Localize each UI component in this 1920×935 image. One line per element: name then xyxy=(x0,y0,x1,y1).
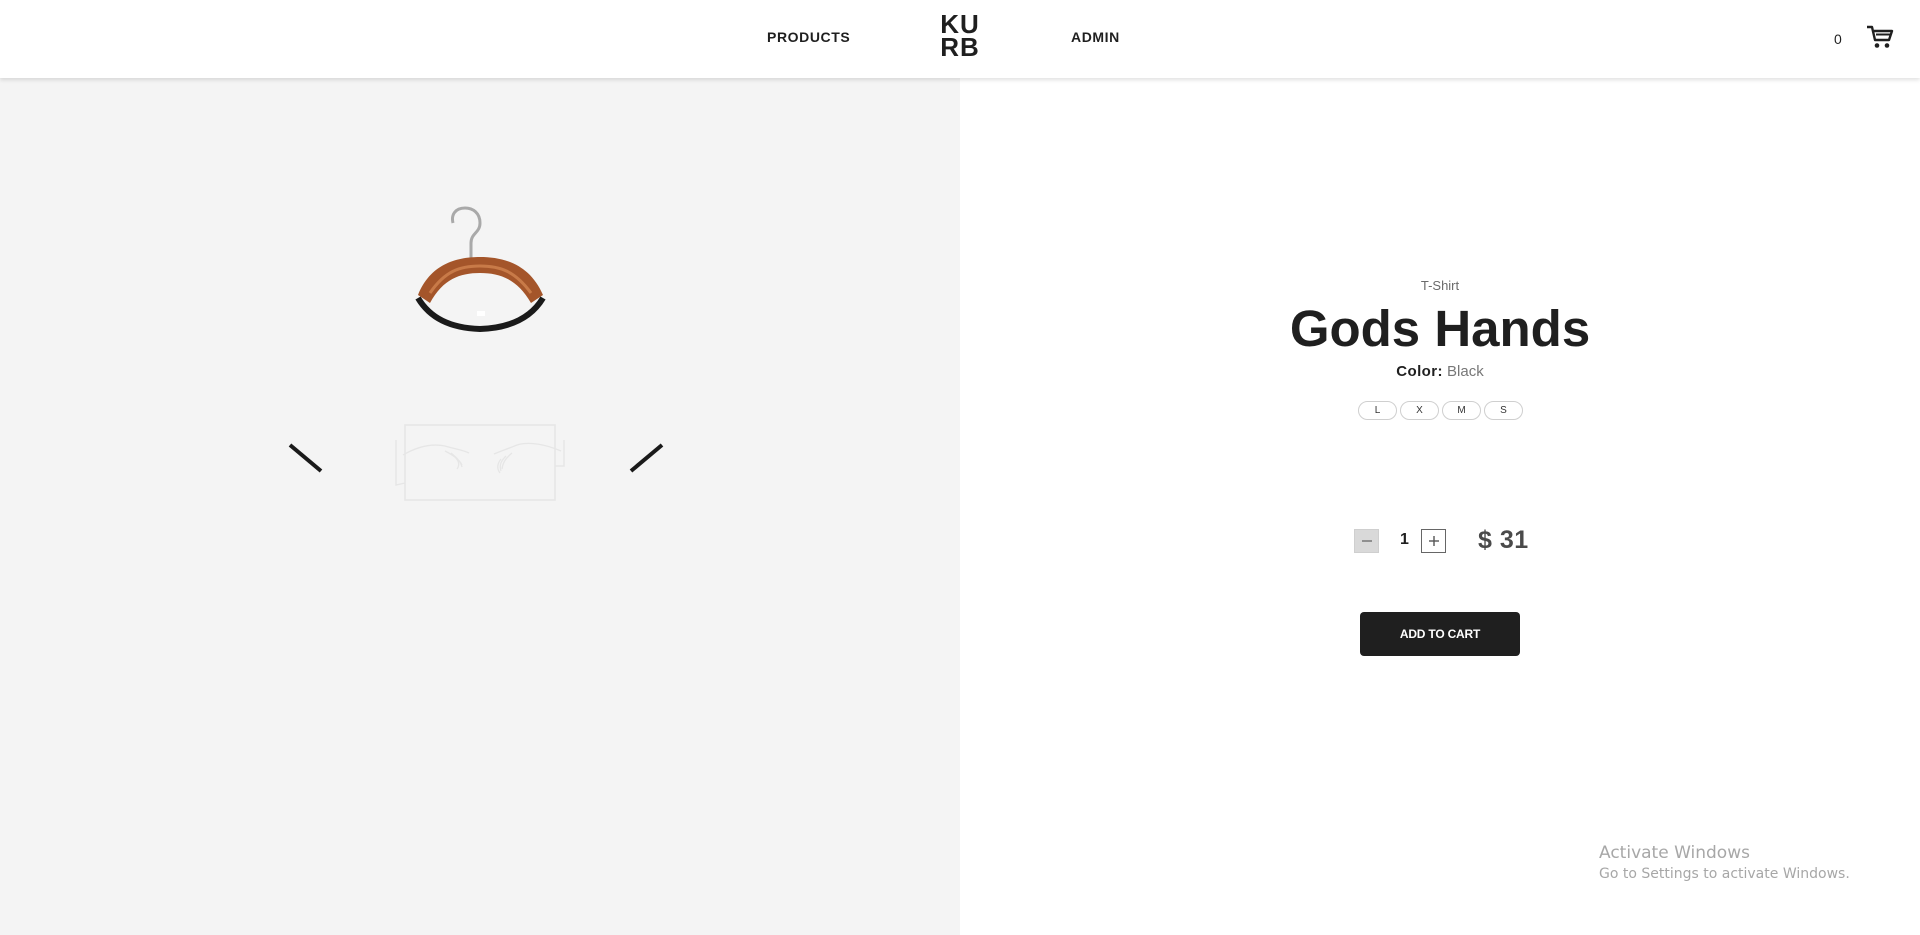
activate-windows-watermark: Activate Windows Go to Settings to activ… xyxy=(1599,842,1850,884)
color-label: Color: xyxy=(1396,363,1443,380)
cart-count: 0 xyxy=(1834,31,1842,47)
product-price: $ 31 xyxy=(1478,526,1529,554)
brand-logo[interactable]: KU RB xyxy=(938,11,982,62)
increase-quantity-button[interactable] xyxy=(1421,529,1446,553)
product-category: T-Shirt xyxy=(1420,278,1460,293)
watermark-title: Activate Windows xyxy=(1599,843,1750,863)
watermark-subtitle: Go to Settings to activate Windows. xyxy=(1599,866,1850,882)
size-option-x[interactable]: X xyxy=(1400,401,1439,420)
decrease-quantity-button[interactable] xyxy=(1354,529,1379,553)
product-details: T-Shirt Gods Hands Color: Black L X M S … xyxy=(960,78,1920,935)
product-title: Gods Hands xyxy=(1289,300,1591,357)
size-option-s[interactable]: S xyxy=(1484,401,1523,420)
quantity-value: 1 xyxy=(1400,531,1409,548)
size-option-m[interactable]: M xyxy=(1442,401,1481,420)
navbar: PRODUCTS KU RB ADMIN 0 xyxy=(0,0,1920,78)
product-image-panel xyxy=(0,78,960,935)
minus-icon xyxy=(1361,540,1372,542)
color-value: Black xyxy=(1447,363,1484,380)
logo-line-2: RB xyxy=(940,32,980,62)
plus-icon xyxy=(1428,536,1439,546)
size-option-l[interactable]: L xyxy=(1358,401,1397,420)
add-to-cart-button[interactable]: ADD TO CART xyxy=(1360,612,1520,656)
product-image xyxy=(288,206,664,501)
size-selector: L X M S xyxy=(1358,401,1523,420)
cart-icon[interactable] xyxy=(1866,24,1894,50)
nav-products-link[interactable]: PRODUCTS xyxy=(767,29,850,45)
nav-admin-link[interactable]: ADMIN xyxy=(1071,29,1120,45)
product-color: Color: Black xyxy=(960,363,1920,380)
